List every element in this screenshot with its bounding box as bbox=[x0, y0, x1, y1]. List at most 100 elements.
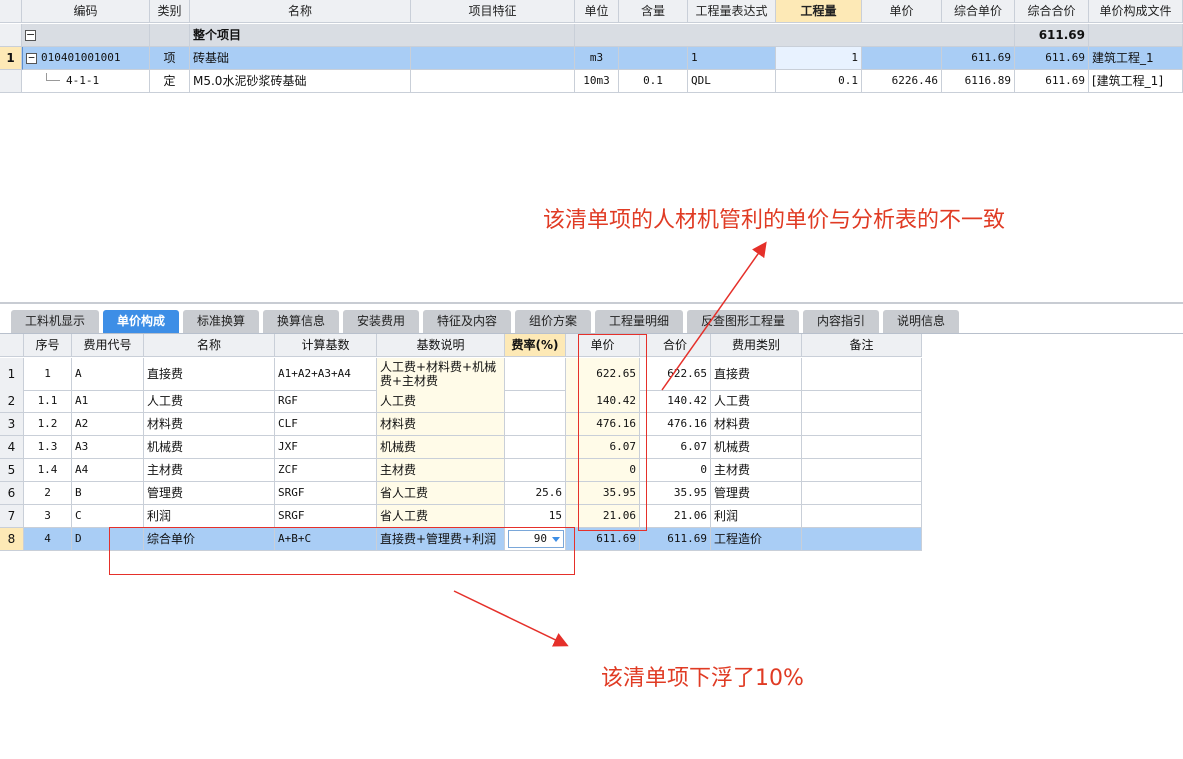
row-number[interactable]: 6 bbox=[0, 482, 24, 505]
group-toggle-cell[interactable]: − bbox=[22, 24, 150, 47]
row-number[interactable]: 8 bbox=[0, 528, 24, 551]
header-unit-price[interactable]: 综合单价 bbox=[942, 0, 1015, 23]
fee-category[interactable]: 机械费 bbox=[711, 436, 802, 459]
item-unit[interactable]: m3 bbox=[575, 47, 619, 70]
fee-name[interactable]: 机械费 bbox=[144, 436, 275, 459]
quota-type[interactable]: 定 bbox=[150, 70, 190, 93]
fee-base[interactable]: RGF bbox=[275, 390, 377, 413]
fee-note[interactable] bbox=[802, 358, 922, 391]
quota-price[interactable]: 6226.46 bbox=[862, 70, 942, 93]
table-row[interactable]: 1 −010401001001 项 砖基础 m3 1 1 611.69 611.… bbox=[0, 47, 1183, 70]
item-type[interactable]: 项 bbox=[150, 47, 190, 70]
quota-unit-price[interactable]: 6116.89 bbox=[942, 70, 1015, 93]
tab-description[interactable]: 说明信息 bbox=[883, 310, 959, 333]
fee-name[interactable]: 利润 bbox=[144, 505, 275, 528]
header-price[interactable]: 单价 bbox=[862, 0, 942, 23]
fee-price[interactable]: 622.65 bbox=[566, 358, 640, 391]
fee-category[interactable]: 直接费 bbox=[711, 358, 802, 391]
fee-name[interactable]: 材料费 bbox=[144, 413, 275, 436]
fee-category[interactable]: 主材费 bbox=[711, 459, 802, 482]
fee-base-desc[interactable]: 主材费 bbox=[377, 459, 505, 482]
fee-base[interactable]: SRGF bbox=[275, 505, 377, 528]
table-row[interactable]: 6 2 B 管理费 SRGF 省人工费 25.6 35.95 35.95 管理费 bbox=[0, 482, 922, 505]
tab-content-guide[interactable]: 内容指引 bbox=[803, 310, 879, 333]
fee-rate[interactable]: 15 bbox=[505, 505, 566, 528]
fee-price[interactable]: 6.07 bbox=[566, 436, 640, 459]
fee-total[interactable]: 35.95 bbox=[640, 482, 711, 505]
fee-base[interactable]: CLF bbox=[275, 413, 377, 436]
fee-category[interactable]: 材料费 bbox=[711, 413, 802, 436]
header-code[interactable]: 编码 bbox=[22, 0, 150, 23]
fee-base[interactable]: A1+A2+A3+A4 bbox=[275, 358, 377, 391]
fee-total[interactable]: 6.07 bbox=[640, 436, 711, 459]
fee-seq[interactable]: 1.1 bbox=[24, 390, 72, 413]
fee-price[interactable]: 21.06 bbox=[566, 505, 640, 528]
header-note[interactable]: 备注 bbox=[802, 334, 922, 357]
fee-base-desc[interactable]: 直接费+管理费+利润 bbox=[377, 528, 505, 551]
row-number[interactable]: 5 bbox=[0, 459, 24, 482]
fee-code[interactable]: A1 bbox=[72, 390, 144, 413]
fee-base-desc[interactable]: 机械费 bbox=[377, 436, 505, 459]
header-unit[interactable]: 单位 bbox=[575, 0, 619, 23]
quota-expr[interactable]: QDL bbox=[688, 70, 776, 93]
fee-price[interactable]: 0 bbox=[566, 459, 640, 482]
fee-name[interactable]: 综合单价 bbox=[144, 528, 275, 551]
fee-price[interactable]: 611.69 bbox=[566, 528, 640, 551]
quota-total[interactable]: 611.69 bbox=[1015, 70, 1089, 93]
item-content[interactable] bbox=[619, 47, 688, 70]
quota-qty[interactable]: 0.1 bbox=[776, 70, 862, 93]
fee-category[interactable]: 人工费 bbox=[711, 390, 802, 413]
fee-base-desc[interactable]: 人工费+材料费+机械费+主材费 bbox=[377, 358, 505, 391]
fee-seq[interactable]: 1.2 bbox=[24, 413, 72, 436]
header-total[interactable]: 综合合价 bbox=[1015, 0, 1089, 23]
fee-price[interactable]: 35.95 bbox=[566, 482, 640, 505]
item-unit-price[interactable]: 611.69 bbox=[942, 47, 1015, 70]
fee-name[interactable]: 人工费 bbox=[144, 390, 275, 413]
collapse-icon[interactable]: − bbox=[26, 52, 37, 64]
fee-name[interactable]: 直接费 bbox=[144, 358, 275, 391]
fee-base[interactable]: SRGF bbox=[275, 482, 377, 505]
chevron-down-icon[interactable] bbox=[552, 537, 560, 542]
fee-seq[interactable]: 4 bbox=[24, 528, 72, 551]
header-seq[interactable]: 序号 bbox=[24, 334, 72, 357]
table-row[interactable]: 2 1.1 A1 人工费 RGF 人工费 140.42 140.42 人工费 bbox=[0, 390, 922, 413]
header-type[interactable]: 类别 bbox=[150, 0, 190, 23]
fee-total[interactable]: 140.42 bbox=[640, 390, 711, 413]
tab-conversion-info[interactable]: 换算信息 bbox=[263, 310, 339, 333]
fee-base[interactable]: ZCF bbox=[275, 459, 377, 482]
fee-base-desc[interactable]: 省人工费 bbox=[377, 482, 505, 505]
quota-feature[interactable] bbox=[411, 70, 575, 93]
item-total[interactable]: 611.69 bbox=[1015, 47, 1089, 70]
fee-code[interactable]: C bbox=[72, 505, 144, 528]
fee-code[interactable]: A2 bbox=[72, 413, 144, 436]
row-number[interactable]: 1 bbox=[0, 358, 24, 391]
item-code[interactable]: −010401001001 bbox=[22, 47, 150, 70]
header-qty[interactable]: 工程量 bbox=[776, 0, 862, 23]
fee-rate[interactable]: 90 bbox=[505, 528, 566, 551]
header-price[interactable]: 单价 bbox=[566, 334, 640, 357]
fee-rate[interactable]: 25.6 bbox=[505, 482, 566, 505]
header-rate[interactable]: 费率(%) bbox=[505, 334, 566, 357]
tab-pricing-scheme[interactable]: 组价方案 bbox=[515, 310, 591, 333]
fee-name[interactable]: 主材费 bbox=[144, 459, 275, 482]
table-row[interactable]: 5 1.4 A4 主材费 ZCF 主材费 0 0 主材费 bbox=[0, 459, 922, 482]
quota-content[interactable]: 0.1 bbox=[619, 70, 688, 93]
fee-note[interactable] bbox=[802, 528, 922, 551]
fee-rate[interactable] bbox=[505, 413, 566, 436]
fee-category[interactable]: 利润 bbox=[711, 505, 802, 528]
header-name[interactable]: 名称 bbox=[190, 0, 411, 23]
item-expr[interactable]: 1 bbox=[688, 47, 776, 70]
fee-price[interactable]: 476.16 bbox=[566, 413, 640, 436]
rate-dropdown[interactable]: 90 bbox=[508, 530, 564, 548]
fee-total[interactable]: 0 bbox=[640, 459, 711, 482]
header-file[interactable]: 单价构成文件 bbox=[1089, 0, 1183, 23]
fee-seq[interactable]: 1.4 bbox=[24, 459, 72, 482]
fee-note[interactable] bbox=[802, 482, 922, 505]
tab-quantity-detail[interactable]: 工程量明细 bbox=[595, 310, 683, 333]
tab-reverse-lookup[interactable]: 反查图形工程量 bbox=[687, 310, 799, 333]
item-qty[interactable]: 1 bbox=[776, 47, 862, 70]
fee-seq[interactable]: 1.3 bbox=[24, 436, 72, 459]
table-row[interactable]: 4-1-1 定 M5.0水泥砂浆砖基础 10m3 0.1 QDL 0.1 622… bbox=[0, 70, 1183, 93]
collapse-icon[interactable]: − bbox=[25, 29, 36, 41]
fee-base-desc[interactable]: 人工费 bbox=[377, 390, 505, 413]
